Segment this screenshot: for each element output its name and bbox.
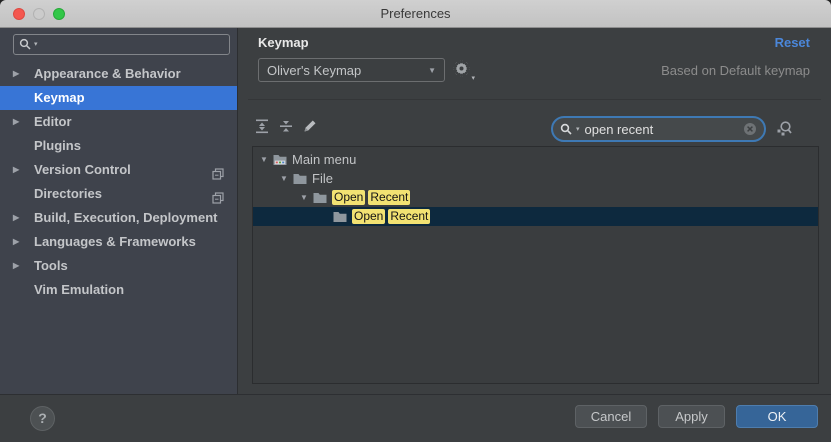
help-button[interactable]: ? — [30, 406, 55, 431]
dialog-footer: ? Cancel Apply OK — [0, 394, 831, 442]
sidebar-item-keymap[interactable]: Keymap — [0, 86, 237, 110]
sidebar-item-directories[interactable]: Directories — [0, 182, 237, 206]
keymap-action-tree: ▼ Main menu ▼ File — [252, 146, 819, 384]
search-match-highlight: Recent — [388, 209, 430, 224]
search-options-caret-icon[interactable]: ▾ — [34, 41, 38, 48]
ok-button[interactable]: OK — [736, 405, 818, 428]
preferences-window: Preferences ▾ ▶ Appearance & Behavior Ke… — [0, 0, 831, 442]
chevron-right-icon[interactable]: ▶ — [13, 230, 19, 254]
folder-icon — [312, 190, 328, 206]
sidebar-item-tools[interactable]: ▶ Tools — [0, 254, 237, 278]
sidebar-item-label: Plugins — [34, 138, 81, 153]
sidebar-item-label: Tools — [34, 258, 68, 273]
chevron-right-icon[interactable]: ▶ — [13, 110, 19, 134]
page-title: Keymap — [258, 35, 309, 50]
sidebar-item-label: Appearance & Behavior — [34, 66, 181, 81]
keymap-select-value: Oliver's Keymap — [267, 63, 361, 78]
chevron-down-icon: ▾ — [471, 75, 475, 82]
main-menu-icon — [272, 152, 288, 168]
search-options-caret-icon[interactable]: ▾ — [576, 126, 580, 133]
titlebar: Preferences — [0, 0, 831, 28]
keymap-select[interactable]: Oliver's Keymap ▼ — [258, 58, 445, 82]
folder-icon — [332, 209, 348, 225]
sidebar-search-input[interactable]: ▾ — [13, 34, 230, 55]
sidebar-item-vim-emulation[interactable]: Vim Emulation — [0, 278, 237, 302]
action-search-input[interactable]: ▾ open recent — [551, 116, 766, 142]
search-match-highlight: Open — [352, 209, 385, 224]
settings-category-list: ▶ Appearance & Behavior Keymap ▶ Editor … — [0, 62, 237, 302]
tree-row-main-menu[interactable]: ▼ Main menu — [253, 150, 818, 169]
sidebar-item-appearance-behavior[interactable]: ▶ Appearance & Behavior — [0, 62, 237, 86]
sidebar-item-label: Vim Emulation — [34, 282, 124, 297]
search-icon — [560, 123, 573, 136]
sidebar-item-label: Keymap — [34, 90, 85, 105]
zoom-button[interactable] — [53, 8, 65, 20]
minimize-button[interactable] — [33, 8, 45, 20]
gear-icon — [453, 60, 470, 77]
header-separator — [248, 99, 821, 100]
window-title: Preferences — [0, 0, 831, 28]
chevron-down-icon[interactable]: ▼ — [278, 174, 290, 183]
find-by-shortcut-button[interactable] — [775, 120, 793, 138]
sidebar-item-label: Build, Execution, Deployment — [34, 210, 217, 225]
search-match-highlight: Open — [332, 190, 365, 205]
tree-row-label: File — [312, 171, 333, 186]
reset-link[interactable]: Reset — [775, 35, 810, 50]
based-on-label: Based on Default keymap — [661, 63, 810, 78]
chevron-right-icon[interactable]: ▶ — [13, 158, 19, 182]
search-icon — [19, 38, 32, 51]
folder-icon — [292, 171, 308, 187]
sidebar-item-version-control[interactable]: ▶ Version Control — [0, 158, 237, 182]
chevron-down-icon[interactable]: ▼ — [258, 155, 270, 164]
settings-sidebar: ▾ ▶ Appearance & Behavior Keymap ▶ Edito… — [0, 28, 238, 394]
tree-row-open-recent[interactable]: ▼ OpenRecent — [253, 188, 818, 207]
chevron-right-icon[interactable]: ▶ — [13, 254, 19, 278]
sidebar-item-label: Version Control — [34, 162, 131, 177]
keymap-settings-panel: Keymap Reset Oliver's Keymap ▼ — [238, 28, 831, 394]
tree-row-label: Main menu — [292, 152, 356, 167]
sidebar-item-editor[interactable]: ▶ Editor — [0, 110, 237, 134]
search-value: open recent — [585, 122, 654, 137]
close-button[interactable] — [13, 8, 25, 20]
collapse-all-button[interactable] — [278, 118, 294, 134]
sidebar-item-label: Languages & Frameworks — [34, 234, 196, 249]
clear-search-button[interactable] — [743, 122, 757, 136]
sidebar-item-build-execution-deployment[interactable]: ▶ Build, Execution, Deployment — [0, 206, 237, 230]
edit-pencil-button[interactable] — [302, 118, 318, 134]
chevron-down-icon: ▼ — [428, 66, 436, 75]
keymap-gear-button[interactable]: ▾ — [453, 60, 475, 80]
sidebar-item-label: Directories — [34, 186, 102, 201]
search-match-highlight: Recent — [368, 190, 410, 205]
expand-all-button[interactable] — [254, 118, 270, 134]
sidebar-item-label: Editor — [34, 114, 72, 129]
chevron-right-icon[interactable]: ▶ — [13, 206, 19, 230]
chevron-right-icon[interactable]: ▶ — [13, 62, 19, 86]
sidebar-item-plugins[interactable]: Plugins — [0, 134, 237, 158]
cancel-button[interactable]: Cancel — [575, 405, 647, 428]
sidebar-item-languages-frameworks[interactable]: ▶ Languages & Frameworks — [0, 230, 237, 254]
chevron-down-icon[interactable]: ▼ — [298, 193, 310, 202]
tree-row-file[interactable]: ▼ File — [253, 169, 818, 188]
apply-button[interactable]: Apply — [658, 405, 725, 428]
tree-row-open-recent-selected[interactable]: OpenRecent — [253, 207, 818, 226]
